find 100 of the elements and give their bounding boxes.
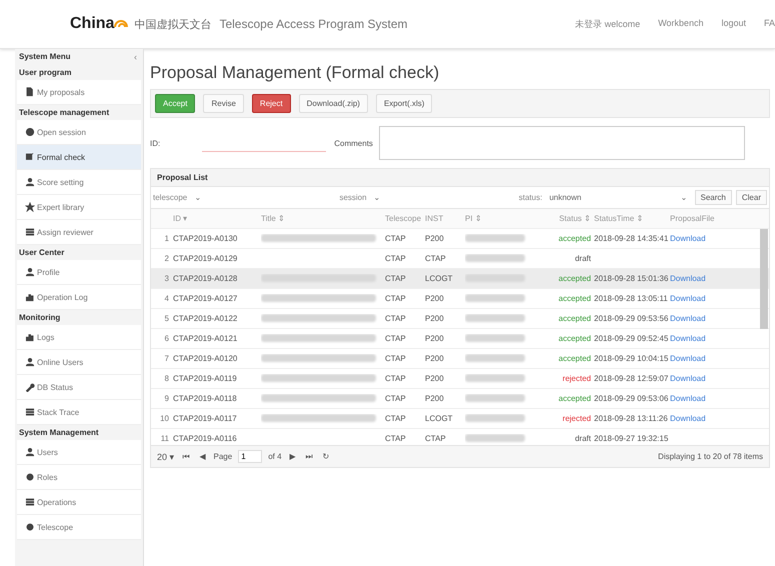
table-cell-text: CTAP2019-A0121: [173, 334, 238, 343]
menu-item-icon: [25, 382, 35, 392]
table-cell: 2018-09-29 10:04:15: [594, 354, 668, 363]
table-cell-text: LCOGT: [425, 414, 454, 423]
table-cell-text: P200: [425, 334, 445, 343]
status-text: draft: [574, 254, 591, 263]
download-link[interactable]: Download: [670, 414, 706, 423]
table-row[interactable]: 3 CTAP2019-A0128 CTAP LCOGT accepted 2018-09-28 15:01:36 Download: [151, 269, 769, 289]
download-link[interactable]: Download: [670, 394, 706, 403]
menu-item[interactable]: Users: [17, 440, 141, 465]
toolbar-button[interactable]: Export(.xls): [376, 94, 432, 113]
download-link[interactable]: Download: [670, 294, 706, 303]
table-row[interactable]: 7 CTAP2019-A0120 CTAP P200 accepted 2018-09-29 10:04:15 Download: [151, 349, 769, 369]
filter-select[interactable]: ⌄: [370, 193, 515, 202]
menu-item-icon: [25, 407, 35, 417]
table-cell: 2018-09-29 09:53:06: [594, 394, 668, 403]
menu-group-title: User program: [18, 67, 72, 79]
download-link[interactable]: Download: [670, 234, 706, 243]
menu-item[interactable]: My proposals: [17, 80, 141, 105]
app-title: Telescope Access Program System: [219, 17, 408, 31]
download-link[interactable]: Download: [670, 314, 706, 323]
table-row[interactable]: 8 CTAP2019-A0119 CTAP P200 rejected 2018-09-28 12:59:07 Download: [151, 369, 769, 389]
clear-button[interactable]: Clear: [736, 190, 767, 205]
scrollbar[interactable]: [760, 229, 768, 329]
column-header[interactable]: PI ⇕: [465, 214, 545, 223]
header-link[interactable]: 未登录 welcome: [575, 18, 640, 30]
toolbar-button[interactable]: Download(.zip): [298, 94, 368, 113]
menu-item[interactable]: Operations: [17, 490, 141, 515]
comments-label: Comments: [334, 138, 373, 148]
row-number: 9: [164, 394, 170, 403]
menu-item[interactable]: Formal check: [17, 145, 141, 170]
download-link[interactable]: Download: [670, 354, 706, 363]
menu-item[interactable]: Operation Log: [17, 285, 141, 310]
menu-item-icon: [25, 472, 35, 482]
last-page-button[interactable]: ⏭: [304, 452, 315, 462]
table-cell-text: CTAP2019-A0116: [173, 434, 238, 443]
menu-item[interactable]: DB Status: [17, 375, 141, 400]
menu-item[interactable]: Open session: [17, 120, 141, 145]
menu-item[interactable]: Logs: [17, 325, 141, 350]
table-cell-text: P200: [425, 234, 445, 243]
header-link[interactable]: FA: [764, 18, 775, 30]
menu-item[interactable]: Profile: [17, 260, 141, 285]
table-row[interactable]: 1 CTAP2019-A0130 CTAP P200 accepted 2018-09-28 14:35:41 Download: [151, 229, 769, 249]
next-page-button[interactable]: ▶: [288, 452, 298, 461]
page-title: Proposal Management (Formal check): [150, 63, 440, 83]
menu-item[interactable]: Telescope: [17, 515, 141, 540]
header-link[interactable]: Workbench: [658, 18, 704, 30]
first-page-button[interactable]: ⏮: [180, 452, 192, 462]
download-link[interactable]: Download: [670, 274, 706, 283]
row-number: 2: [164, 254, 170, 263]
menu-item-icon: [25, 447, 35, 457]
table-cell-text: CTAP: [425, 254, 447, 263]
id-label: ID:: [150, 138, 160, 148]
table-row[interactable]: 4 CTAP2019-A0127 CTAP P200 accepted 2018-09-28 13:05:11 Download: [151, 289, 769, 309]
filter-select[interactable]: unknown ⌄: [546, 193, 691, 202]
menu-item[interactable]: Score setting: [17, 170, 141, 195]
status-text: draft: [574, 434, 591, 443]
previous-page-button[interactable]: ◀: [198, 452, 208, 461]
refresh-button[interactable]: ↻: [320, 452, 332, 461]
toolbar-button[interactable]: Revise: [203, 94, 244, 113]
download-link[interactable]: Download: [670, 334, 706, 343]
table-cell-text: CTAP2019-A0130: [173, 234, 238, 243]
toolbar-button[interactable]: Reject: [252, 94, 291, 113]
row-number: 10: [159, 414, 170, 423]
logo-text: 中国虚拟天文台: [134, 18, 212, 32]
table-cell-text: CTAP: [385, 334, 407, 343]
toolbar-button[interactable]: Accept: [155, 94, 196, 113]
table-cell-text: CTAP: [385, 314, 407, 323]
menu-item[interactable]: Stack Trace: [17, 400, 141, 425]
column-header[interactable]: INST: [425, 214, 465, 223]
filter-label: telescope: [153, 193, 188, 202]
download-link[interactable]: Download: [670, 374, 706, 383]
column-header[interactable]: StatusTime ⇕: [594, 214, 670, 223]
header-link[interactable]: logout: [721, 18, 746, 30]
comments-field[interactable]: [378, 126, 745, 160]
page-field[interactable]: 1: [238, 450, 262, 463]
table-row[interactable]: 5 CTAP2019-A0122 CTAP P200 accepted 2018-09-29 09:53:56 Download: [151, 309, 769, 329]
table-row[interactable]: 9 CTAP2019-A0118 CTAP P200 accepted 2018-09-29 09:53:06 Download: [151, 389, 769, 409]
column-header[interactable]: ID ▾: [173, 214, 261, 223]
menu-item[interactable]: Roles: [17, 465, 141, 490]
status-text: accepted: [558, 234, 591, 243]
page-size-select[interactable]: 20 ▾: [157, 452, 175, 462]
table-cell-text: P200: [425, 394, 445, 403]
collapse-button[interactable]: ‹: [132, 52, 139, 62]
filter-select[interactable]: ⌄: [191, 193, 336, 202]
status-text: rejected: [562, 414, 591, 423]
column-header[interactable]: Status ⇕: [545, 214, 594, 223]
column-header[interactable]: Title ⇕: [261, 214, 385, 223]
menu-item[interactable]: Assign reviewer: [17, 220, 141, 245]
column-header[interactable]: Telescope: [385, 214, 425, 223]
search-button[interactable]: Search: [694, 190, 732, 205]
menu-item-icon: [25, 87, 35, 97]
menu-item[interactable]: Expert library: [17, 195, 141, 220]
page-count: of 4: [268, 452, 282, 461]
column-header[interactable]: ProposalFile: [670, 214, 716, 223]
table-row[interactable]: 10 CTAP2019-A0117 CTAP LCOGT rejected 2018-09-28 13:11:26 Download: [151, 409, 769, 429]
row-number: 11: [160, 434, 170, 443]
row-number: 7: [164, 354, 170, 363]
menu-item[interactable]: Online Users: [17, 350, 141, 375]
table-row[interactable]: 6 CTAP2019-A0121 CTAP P200 accepted 2018-09-29 09:52:45 Download: [151, 329, 769, 349]
